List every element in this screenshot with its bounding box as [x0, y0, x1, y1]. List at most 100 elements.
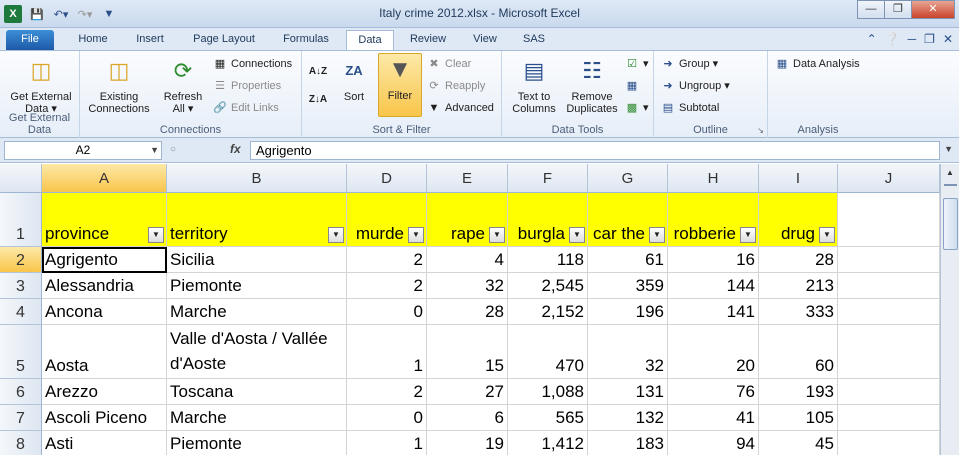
table-cell[interactable]: Asti	[42, 431, 167, 455]
table-cell[interactable]: 132	[588, 405, 668, 431]
filter-dropdown-icon[interactable]: ▼	[148, 227, 164, 243]
worksheet-grid[interactable]: A B D E F G H I J 1 province ▼ territory ▼ murde ▼ rape ▼…	[0, 164, 940, 455]
table-cell[interactable]: 1	[347, 431, 427, 455]
reapply-button[interactable]: ⟳ Reapply	[426, 77, 485, 95]
consolidate-button[interactable]: ▦	[624, 77, 640, 95]
table-cell[interactable]	[838, 247, 940, 273]
row-header-5[interactable]: 5	[0, 325, 42, 379]
expand-formula-bar-icon[interactable]: ▼	[944, 144, 953, 154]
tab-home[interactable]: Home	[68, 30, 118, 50]
minimize-button[interactable]: —	[857, 0, 885, 19]
row-header-2[interactable]: 2	[0, 247, 42, 273]
help-icon[interactable]: ❔	[885, 32, 900, 46]
table-cell[interactable]: 27	[427, 379, 508, 405]
table-cell[interactable]	[838, 431, 940, 455]
filter-dropdown-icon[interactable]: ▼	[569, 227, 585, 243]
table-cell[interactable]: 470	[508, 325, 588, 379]
clear-filter-button[interactable]: ✖ Clear	[426, 55, 471, 73]
table-cell[interactable]: 28	[427, 299, 508, 325]
tab-page-layout[interactable]: Page Layout	[182, 30, 266, 50]
workbook-restore-icon[interactable]: ❐	[924, 32, 935, 46]
table-cell[interactable]: 213	[759, 273, 838, 299]
table-cell[interactable]: 118	[508, 247, 588, 273]
table-cell[interactable]: 45	[759, 431, 838, 455]
name-box[interactable]: A2 ▼	[4, 141, 162, 160]
header-cell[interactable]: territory ▼	[167, 193, 347, 247]
table-cell[interactable]: 2	[347, 273, 427, 299]
header-cell[interactable]: burgla ▼	[508, 193, 588, 247]
restore-button[interactable]: ❐	[884, 0, 912, 19]
split-box[interactable]	[944, 184, 957, 192]
properties-button[interactable]: ☰ Properties	[212, 77, 281, 95]
row-header-4[interactable]: 4	[0, 299, 42, 325]
column-header-h[interactable]: H	[668, 164, 759, 193]
existing-connections-button[interactable]: ◫ Existing Connections	[86, 55, 152, 116]
tab-file[interactable]: File	[6, 30, 54, 50]
table-cell[interactable]: 196	[588, 299, 668, 325]
column-header-g[interactable]: G	[588, 164, 668, 193]
table-cell[interactable]: Valle d'Aosta / Vallée d'Aoste	[167, 325, 347, 379]
header-cell[interactable]: rape ▼	[427, 193, 508, 247]
table-cell[interactable]: 2,152	[508, 299, 588, 325]
table-cell[interactable]: 76	[668, 379, 759, 405]
row-header-8[interactable]: 8	[0, 431, 42, 455]
table-cell[interactable]	[838, 405, 940, 431]
get-external-data-button[interactable]: ◫ Get External Data ▾	[6, 55, 76, 116]
filter-dropdown-icon[interactable]: ▼	[408, 227, 424, 243]
table-cell[interactable]: Sicilia	[167, 247, 347, 273]
connections-button[interactable]: ▦ Connections	[212, 55, 292, 73]
table-cell[interactable]: 32	[427, 273, 508, 299]
header-cell[interactable]: murde ▼	[347, 193, 427, 247]
table-cell[interactable]	[838, 325, 940, 379]
table-cell[interactable]: 0	[347, 405, 427, 431]
sort-button[interactable]: ZA Sort	[336, 55, 372, 103]
tab-formulas[interactable]: Formulas	[272, 30, 340, 50]
remove-duplicates-button[interactable]: ☷ Remove Duplicates	[562, 55, 622, 116]
table-cell[interactable]: 2	[347, 379, 427, 405]
formula-bar-resize-icon[interactable]: ○	[170, 144, 176, 155]
column-header-e[interactable]: E	[427, 164, 508, 193]
table-cell[interactable]: Aosta	[42, 325, 167, 379]
table-cell[interactable]: 144	[668, 273, 759, 299]
close-button[interactable]: ✕	[911, 0, 955, 19]
header-cell[interactable]: drug ▼	[759, 193, 838, 247]
table-cell[interactable]: Piemonte	[167, 273, 347, 299]
subtotal-button[interactable]: ▤ Subtotal	[660, 99, 720, 117]
row-header-1[interactable]: 1	[0, 193, 42, 247]
ungroup-button[interactable]: ➜ Ungroup ▾	[660, 77, 729, 95]
column-header-i[interactable]: I	[759, 164, 838, 193]
name-box-dropdown-icon[interactable]: ▼	[150, 142, 159, 159]
advanced-filter-button[interactable]: ▼ Advanced	[426, 99, 494, 117]
tab-data[interactable]: Data	[346, 30, 394, 50]
filter-dropdown-icon[interactable]: ▼	[649, 227, 665, 243]
table-cell[interactable]: 1,412	[508, 431, 588, 455]
header-cell[interactable]: robberie ▼	[668, 193, 759, 247]
table-cell[interactable]: Ancona	[42, 299, 167, 325]
table-cell[interactable]: 2	[347, 247, 427, 273]
table-cell[interactable]: 333	[759, 299, 838, 325]
header-cell[interactable]: province ▼	[42, 193, 167, 247]
tab-insert[interactable]: Insert	[124, 30, 176, 50]
table-cell[interactable]	[838, 299, 940, 325]
row-header-3[interactable]: 3	[0, 273, 42, 299]
minimize-ribbon-icon[interactable]: ⌃	[867, 32, 877, 46]
table-cell[interactable]: 60	[759, 325, 838, 379]
column-header-j[interactable]: J	[838, 164, 940, 193]
table-cell[interactable]: 20	[668, 325, 759, 379]
edit-links-button[interactable]: 🔗 Edit Links	[212, 99, 279, 117]
filter-dropdown-icon[interactable]: ▼	[489, 227, 505, 243]
table-cell[interactable]: 193	[759, 379, 838, 405]
table-cell[interactable]	[838, 379, 940, 405]
table-cell[interactable]: Toscana	[167, 379, 347, 405]
what-if-analysis-button[interactable]: ▩ ▾	[624, 99, 649, 117]
filter-dropdown-icon[interactable]: ▼	[740, 227, 756, 243]
select-all-corner[interactable]	[0, 164, 42, 193]
header-cell[interactable]	[838, 193, 940, 247]
tab-review[interactable]: Review	[400, 30, 456, 50]
table-cell[interactable]	[838, 273, 940, 299]
workbook-minimize-icon[interactable]: ─	[908, 32, 917, 46]
filter-button[interactable]: ▼ Filter	[378, 53, 422, 117]
table-cell[interactable]: Piemonte	[167, 431, 347, 455]
filter-dropdown-icon[interactable]: ▼	[819, 227, 835, 243]
table-cell[interactable]: Ascoli Piceno	[42, 405, 167, 431]
